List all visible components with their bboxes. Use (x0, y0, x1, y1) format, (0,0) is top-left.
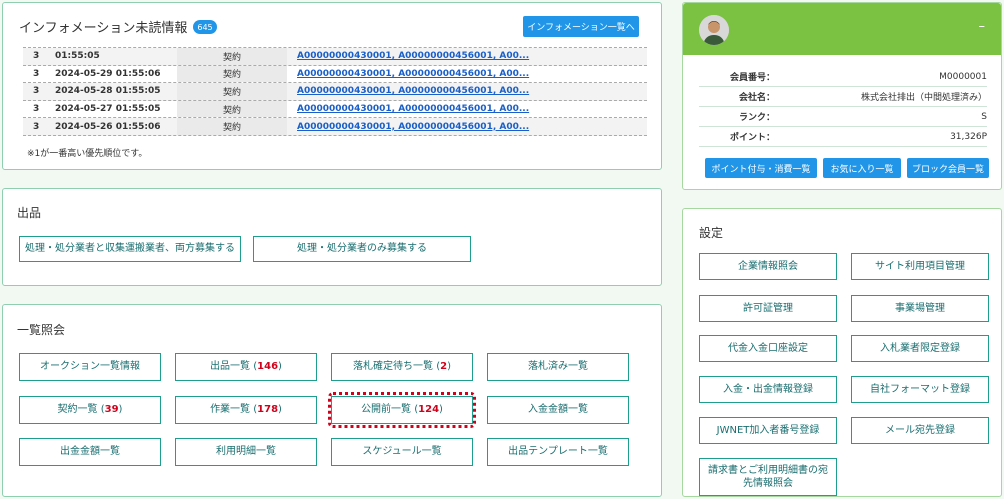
listings-button[interactable]: 出品一覧 (146) (175, 353, 317, 381)
deposit-list-button[interactable]: 入金金額一覧 (487, 396, 629, 424)
type-cell: 契約 (177, 65, 287, 83)
rank-row: ランク： S (699, 107, 987, 127)
info-table: 3 01:55:05 契約 A00000000430001, A00000000… (23, 47, 647, 136)
settings-panel: 設定 企業情報照会 サイト利用項目管理 許可証管理 事業場管理 代金入金口座設定… (682, 208, 1002, 497)
listings-count: 146 (257, 361, 279, 373)
table-row[interactable]: 3 2024-05-28 01:55:05 契約 A00000000430001… (23, 83, 647, 101)
listing-panel: 出品 処理・処分業者と収集運搬業者、両方募集する 処理・処分業者のみ募集する (2, 188, 662, 286)
type-cell: 契約 (177, 100, 287, 118)
jwnet-button[interactable]: JWNET加入者番号登録 (699, 417, 837, 444)
member-panel: – 会員番号： M0000001 会社名： 株式会社排出（中間処理済み） ランク… (682, 2, 1002, 190)
table-row[interactable]: 3 01:55:05 契約 A00000000430001, A00000000… (23, 48, 647, 66)
contracts-label: 契約一覧 ( (57, 404, 105, 416)
pending-count: 2 (440, 361, 448, 373)
schedule-list-button[interactable]: スケジュール一覧 (331, 438, 473, 466)
member-id-row: 会員番号： M0000001 (699, 67, 987, 87)
settings-title: 設定 (699, 226, 724, 240)
date-cell: 01:55:05 (55, 51, 100, 62)
points-value: 31,326P (950, 131, 987, 142)
bank-account-button[interactable]: 代金入金口座設定 (699, 335, 837, 362)
type-cell: 契約 (177, 48, 287, 65)
table-row[interactable]: 3 2024-05-26 01:55:06 契約 A00000000430001… (23, 118, 647, 136)
company-label: 会社名： (738, 93, 775, 103)
member-header: – (683, 3, 1001, 55)
contracts-close: ) (118, 404, 123, 416)
recruit-both-button[interactable]: 処理・処分業者と収集運搬業者、両方募集する (19, 236, 241, 262)
member-id-value: M0000001 (939, 71, 987, 82)
contracts-count: 39 (104, 404, 119, 416)
priority-note: ※1が一番高い優先順位です。 (27, 149, 148, 159)
table-row[interactable]: 3 2024-05-27 01:55:05 契約 A00000000430001… (23, 100, 647, 119)
inquiry-panel: 一覧照会 オークション一覧情報 出品一覧 (146) 落札確定待ち一覧 (2) … (2, 304, 662, 497)
inout-info-button[interactable]: 入金・出金情報登録 (699, 376, 837, 403)
date-cell: 2024-05-28 01:55:05 (55, 86, 161, 97)
pending-award-button[interactable]: 落札確定待ち一覧 (2) (331, 353, 473, 381)
favorites-button[interactable]: お気に入り一覧 (823, 158, 901, 178)
pending-close: ) (447, 361, 451, 373)
priority-cell: 3 (33, 121, 40, 132)
mail-button[interactable]: メール宛先登録 (851, 417, 989, 444)
info-title: インフォメーション未読情報 (19, 21, 188, 36)
company-info-button[interactable]: 企業情報照会 (699, 253, 837, 280)
item-link[interactable]: A00000000430001, A00000000456001, A00... (287, 104, 647, 114)
priority-cell: 3 (33, 104, 40, 115)
site-items-button[interactable]: サイト利用項目管理 (851, 253, 989, 280)
work-label: 作業一覧 ( (210, 404, 258, 416)
rank-label: ランク： (738, 113, 775, 123)
blocked-members-button[interactable]: ブロック会員一覧 (907, 158, 989, 178)
points-history-button[interactable]: ポイント付与・消費一覧 (705, 158, 817, 178)
date-cell: 2024-05-27 01:55:05 (55, 104, 161, 115)
contracts-button[interactable]: 契約一覧 (39) (19, 396, 161, 424)
table-row[interactable]: 3 2024-05-29 01:55:06 契約 A00000000430001… (23, 65, 647, 84)
recruit-processor-only-button[interactable]: 処理・処分業者のみ募集する (253, 236, 471, 262)
rank-value: S (981, 111, 987, 122)
unread-count-badge: 645 (193, 20, 217, 34)
avatar (699, 15, 729, 45)
item-link[interactable]: A00000000430001, A00000000456001, A00... (287, 51, 647, 61)
work-list-button[interactable]: 作業一覧 (178) (175, 396, 317, 424)
bidder-limit-button[interactable]: 入札業者限定登録 (851, 335, 989, 362)
company-row: 会社名： 株式会社排出（中間処理済み） (699, 87, 987, 107)
format-button[interactable]: 自社フォーマット登録 (851, 376, 989, 403)
collapse-icon[interactable]: – (979, 19, 986, 34)
invoice-address-button[interactable]: 請求書とご利用明細書の宛先情報照会 (699, 458, 837, 496)
item-link[interactable]: A00000000430001, A00000000456001, A00... (287, 86, 647, 96)
awarded-list-button[interactable]: 落札済み一覧 (487, 353, 629, 381)
priority-cell: 3 (33, 51, 40, 62)
type-cell: 契約 (177, 118, 287, 135)
date-cell: 2024-05-26 01:55:06 (55, 121, 161, 132)
info-list-button[interactable]: インフォメーション一覧へ (523, 16, 639, 37)
inquiry-title: 一覧照会 (17, 323, 66, 337)
date-cell: 2024-05-29 01:55:06 (55, 68, 161, 79)
work-close: ) (278, 404, 282, 416)
pending-label: 落札確定待ち一覧 ( (353, 361, 441, 373)
points-row: ポイント： 31,326P (699, 127, 987, 147)
info-panel: インフォメーション未読情報 645 インフォメーション一覧へ 3 01:55:0… (2, 2, 662, 170)
office-button[interactable]: 事業場管理 (851, 295, 989, 322)
priority-cell: 3 (33, 86, 40, 97)
item-link[interactable]: A00000000430001, A00000000456001, A00... (287, 69, 647, 79)
type-cell: 契約 (177, 83, 287, 100)
listings-close: ) (278, 361, 282, 373)
highlight-ring (328, 392, 476, 428)
template-list-button[interactable]: 出品テンプレート一覧 (487, 438, 629, 466)
priority-cell: 3 (33, 68, 40, 79)
listings-label: 出品一覧 ( (210, 361, 258, 373)
company-value: 株式会社排出（中間処理済み） (860, 93, 987, 103)
permit-button[interactable]: 許可証管理 (699, 295, 837, 322)
member-id-label: 会員番号： (729, 73, 775, 83)
points-label: ポイント： (729, 133, 775, 143)
item-link[interactable]: A00000000430001, A00000000456001, A00... (287, 122, 647, 132)
auction-list-button[interactable]: オークション一覧情報 (19, 353, 161, 381)
work-count: 178 (257, 404, 279, 416)
listing-title: 出品 (17, 206, 42, 220)
usage-detail-button[interactable]: 利用明細一覧 (175, 438, 317, 466)
withdraw-list-button[interactable]: 出金金額一覧 (19, 438, 161, 466)
